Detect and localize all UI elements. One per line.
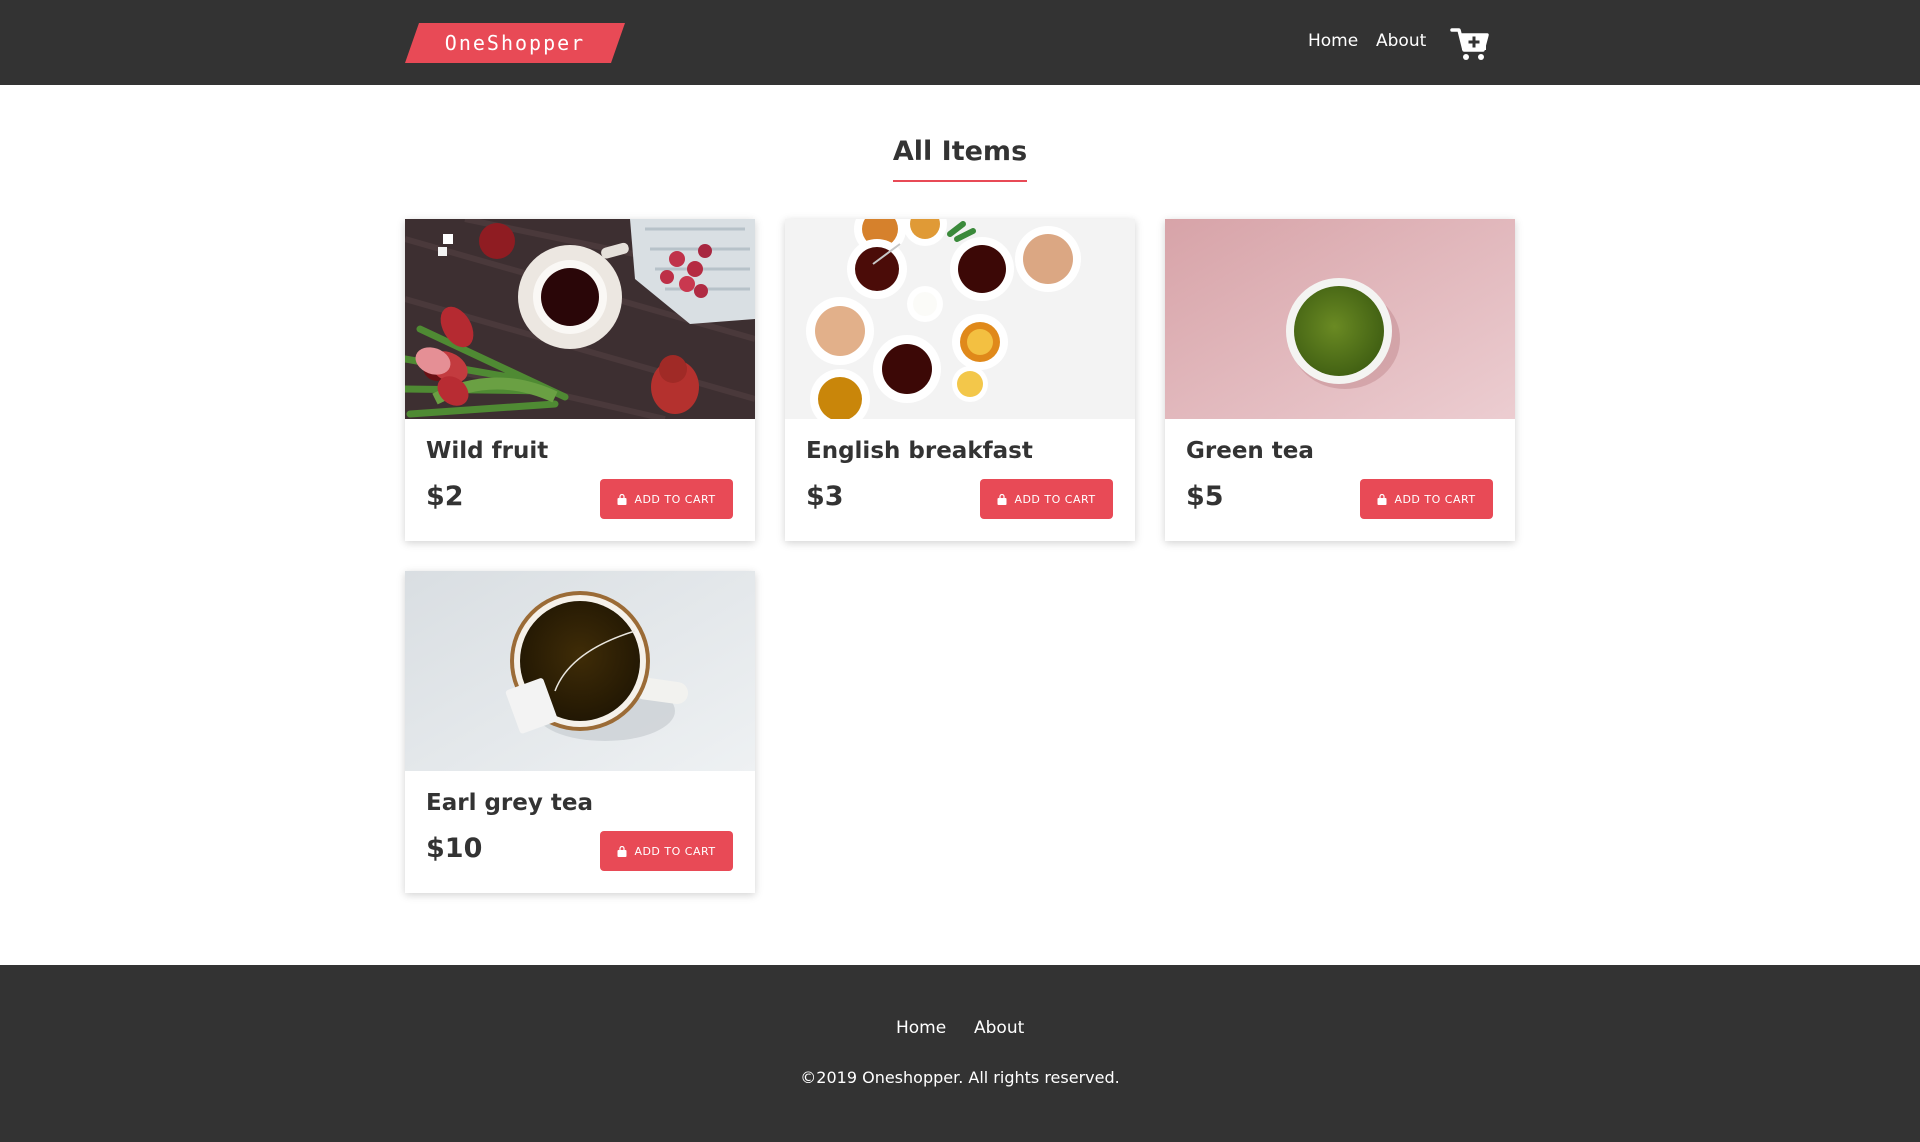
brand-logo[interactable]: OneShopper <box>405 23 625 63</box>
nav-link-home[interactable]: Home <box>1308 28 1358 54</box>
product-card: Green tea $5 ADD TO CART <box>1165 219 1515 541</box>
product-image-english-breakfast <box>785 219 1135 419</box>
product-name: Wild fruit <box>426 438 549 464</box>
add-to-cart-button[interactable]: ADD TO CART <box>980 479 1113 519</box>
add-to-cart-button[interactable]: ADD TO CART <box>600 831 733 871</box>
footer-link-home[interactable]: Home <box>896 1015 946 1041</box>
product-price: $3 <box>806 481 844 512</box>
add-to-cart-label: ADD TO CART <box>1394 492 1476 506</box>
product-price: $5 <box>1186 481 1224 512</box>
add-to-cart-button[interactable]: ADD TO CART <box>1360 479 1493 519</box>
product-name: Earl grey tea <box>426 790 593 816</box>
top-navbar: OneShopper Home About <box>0 0 1920 85</box>
copyright-text: ©2019 Oneshopper. All rights reserved. <box>800 1068 1120 1087</box>
product-grid: Wild fruit $2 ADD TO CART English breakf… <box>405 219 1515 893</box>
shopping-bag-icon <box>1377 493 1387 505</box>
product-name: Green tea <box>1186 438 1314 464</box>
product-image-green-tea <box>1165 219 1515 419</box>
nav-link-about[interactable]: About <box>1376 28 1426 54</box>
product-price: $10 <box>426 833 483 864</box>
product-image-wild-fruit <box>405 219 755 419</box>
product-card: English breakfast $3 ADD TO CART <box>785 219 1135 541</box>
add-to-cart-button[interactable]: ADD TO CART <box>600 479 733 519</box>
footer: Home About ©2019 Oneshopper. All rights … <box>0 965 1920 1142</box>
shopping-bag-icon <box>617 845 627 857</box>
page-title: All Items <box>892 134 1028 182</box>
add-to-cart-label: ADD TO CART <box>1014 492 1096 506</box>
product-image-earl-grey-tea <box>405 571 755 771</box>
add-to-cart-label: ADD TO CART <box>634 492 716 506</box>
product-card: Wild fruit $2 ADD TO CART <box>405 219 755 541</box>
product-price: $2 <box>426 481 464 512</box>
shopping-bag-icon <box>617 493 627 505</box>
add-to-cart-label: ADD TO CART <box>634 844 716 858</box>
product-card: Earl grey tea $10 ADD TO CART <box>405 571 755 893</box>
product-name: English breakfast <box>806 438 1033 464</box>
cart-plus-icon[interactable] <box>1450 26 1490 62</box>
brand-logo-text: OneShopper <box>444 31 586 55</box>
shopping-bag-icon <box>997 493 1007 505</box>
page-title-wrap: All Items <box>0 134 1920 182</box>
footer-link-about[interactable]: About <box>974 1015 1024 1041</box>
